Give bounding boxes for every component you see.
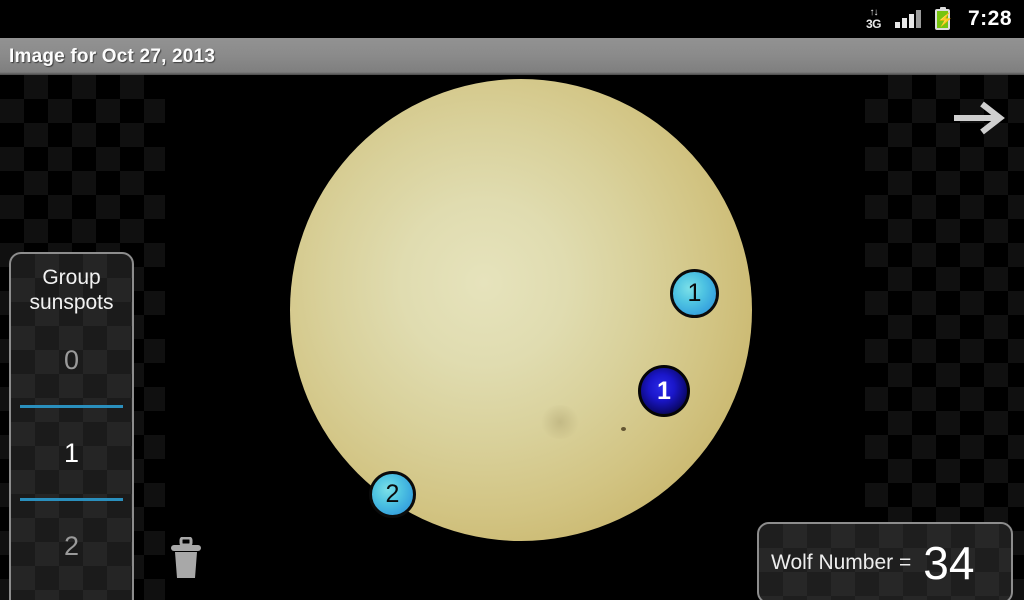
wolf-number-value: 34 bbox=[923, 537, 975, 589]
signal-strength-icon bbox=[894, 10, 921, 28]
group-sunspots-picker[interactable]: Group sunspots 0 1 2 bbox=[9, 252, 134, 600]
sunspot-faint-region bbox=[540, 405, 580, 439]
network-type-label: 3G bbox=[865, 17, 882, 31]
title-bar: Image for Oct 27, 2013 bbox=[0, 38, 1024, 75]
sunspot-marker[interactable]: 1 bbox=[670, 269, 719, 318]
sunspot-marker[interactable]: 1 bbox=[638, 365, 690, 417]
network-3g-icon: ↑↓ 3G bbox=[865, 8, 882, 31]
sun-image[interactable] bbox=[165, 75, 865, 600]
picker-option-selected[interactable]: 1 bbox=[11, 408, 132, 498]
app-screen: ↑↓ 3G ⚡ 7:28 Image for Oct 27, 2013 112 bbox=[0, 0, 1024, 600]
delete-button[interactable] bbox=[170, 536, 202, 579]
battery-bolt-glyph: ⚡ bbox=[936, 11, 954, 27]
next-image-button[interactable] bbox=[950, 97, 1008, 139]
battery-charging-icon: ⚡ bbox=[934, 6, 954, 30]
wolf-number-label: Wolf Number = bbox=[771, 551, 912, 574]
picker-title: Group sunspots bbox=[29, 266, 114, 314]
picker-option-next[interactable]: 2 bbox=[11, 501, 132, 591]
content-area: 112 Group sunspots 0 1 2 Wolf Number = 3… bbox=[0, 75, 1024, 600]
status-bar: ↑↓ 3G ⚡ 7:28 bbox=[0, 0, 1024, 38]
status-icons: ↑↓ 3G ⚡ 7:28 bbox=[865, 6, 1012, 31]
sunspot-marker[interactable]: 2 bbox=[369, 471, 416, 518]
page-title: Image for Oct 27, 2013 bbox=[9, 45, 216, 67]
sunspot-small-dot bbox=[621, 427, 626, 431]
picker-option-previous[interactable]: 0 bbox=[11, 315, 132, 405]
status-clock: 7:28 bbox=[967, 7, 1012, 30]
wolf-number-panel: Wolf Number = 34 bbox=[757, 522, 1013, 600]
